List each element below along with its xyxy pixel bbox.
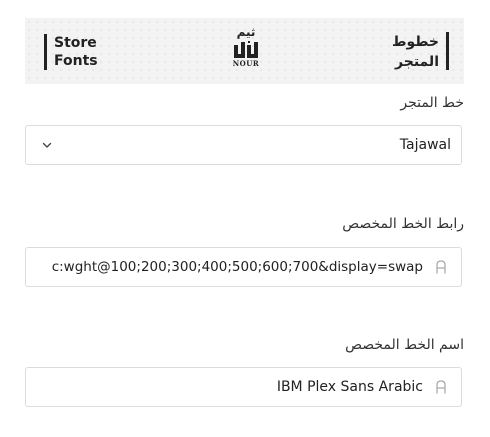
store-font-label: خط المتجر (400, 95, 464, 111)
custom-font-url-label: رابط الخط المخصص (342, 216, 464, 232)
custom-font-name-input[interactable]: IBM Plex Sans Arabic (25, 367, 462, 407)
logo-top-text: ثيم (236, 25, 256, 39)
nour-theme-logo: ثيم NOUR (226, 26, 266, 78)
banner-title-ar-line2: المتجر (395, 54, 439, 70)
logo-sub-text: NOUR (232, 59, 260, 68)
banner-title-en-line1: Store (54, 35, 97, 51)
custom-font-url-value: c:wght@100;200;300;400;500;600;700&displ… (51, 259, 423, 275)
store-font-selected-value: Tajawal (399, 137, 451, 153)
custom-font-name-label: اسم الخط المخصص (345, 337, 464, 353)
nour-logo-mark-icon (234, 41, 258, 58)
banner-title-en-line2: Fonts (54, 53, 98, 69)
custom-font-url-input[interactable]: c:wght@100;200;300;400;500;600;700&displ… (25, 247, 462, 287)
custom-font-name-value: IBM Plex Sans Arabic (276, 379, 423, 395)
chevron-down-icon (42, 142, 52, 148)
banner-title-ar-line1: خطوط (391, 34, 439, 50)
store-font-select[interactable]: Tajawal (25, 125, 462, 165)
banner-title-en: Store Fonts (44, 34, 98, 70)
store-fonts-banner: Store Fonts ثيم NOUR خطوط المتجر (25, 18, 464, 84)
text-a-icon (436, 380, 446, 394)
banner-title-ar: خطوط المتجر (392, 32, 449, 70)
text-a-icon (436, 260, 446, 274)
